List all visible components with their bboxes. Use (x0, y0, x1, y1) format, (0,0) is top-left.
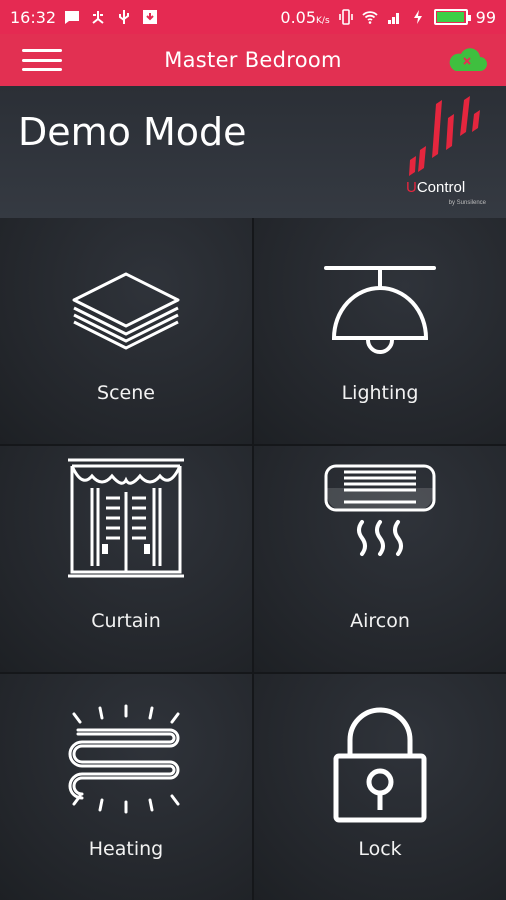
ucontrol-logo: UControl by Sunsilence (406, 92, 486, 210)
logo-mark-icon (409, 96, 480, 176)
header: Demo Mode UControl by Sunsilence (0, 86, 506, 218)
tile-lock[interactable]: Lock (254, 674, 506, 900)
signal-icon (387, 13, 399, 24)
heating-icon (68, 704, 180, 814)
status-bar: 16:32 0.05K/s 99 (0, 0, 506, 34)
data-rate: 0.05K/s (280, 7, 330, 27)
tile-curtain[interactable]: Curtain (0, 446, 252, 672)
battery-level: 99 (475, 7, 496, 27)
logo-wordmark: UControl (406, 179, 466, 196)
tile-label: Aircon (350, 610, 410, 632)
tile-label: Heating (88, 838, 164, 860)
hamburger-menu-icon[interactable] (22, 46, 62, 74)
cloud-disconnected-icon[interactable] (446, 44, 488, 74)
room-title: Master Bedroom (164, 48, 342, 72)
tile-heating[interactable]: Heating (0, 674, 252, 900)
app-bar: Master Bedroom (0, 34, 506, 86)
tile-label: Lighting (341, 382, 419, 404)
charging-icon (413, 10, 422, 24)
status-time: 16:32 (10, 7, 57, 27)
usb-icon (119, 10, 130, 24)
wifi-icon (362, 11, 378, 24)
usb-share-icon (92, 11, 104, 24)
tile-label: Lock (358, 838, 402, 860)
curtain-icon (68, 458, 184, 578)
message-icon (65, 11, 80, 24)
layers-icon (72, 272, 180, 350)
tile-label: Scene (97, 382, 155, 404)
status-icons-right: 0.05K/s 99 (280, 8, 496, 27)
ceiling-lamp-icon (324, 266, 436, 354)
tile-aircon[interactable]: Aircon (254, 446, 506, 672)
padlock-icon (333, 707, 427, 823)
logo-tagline: by Sunsilence (448, 200, 486, 206)
device-grid: Scene Lighting Curtain Aircon Heating Lo… (0, 218, 506, 900)
tile-lighting[interactable]: Lighting (254, 218, 506, 444)
air-conditioner-icon (324, 464, 436, 556)
download-icon (143, 10, 158, 24)
tile-label: Curtain (91, 610, 161, 632)
tile-scene[interactable]: Scene (0, 218, 252, 444)
status-icons-left (64, 9, 158, 25)
battery-icon (433, 9, 471, 25)
mode-label: Demo Mode (18, 110, 247, 154)
vibrate-icon (338, 9, 353, 25)
